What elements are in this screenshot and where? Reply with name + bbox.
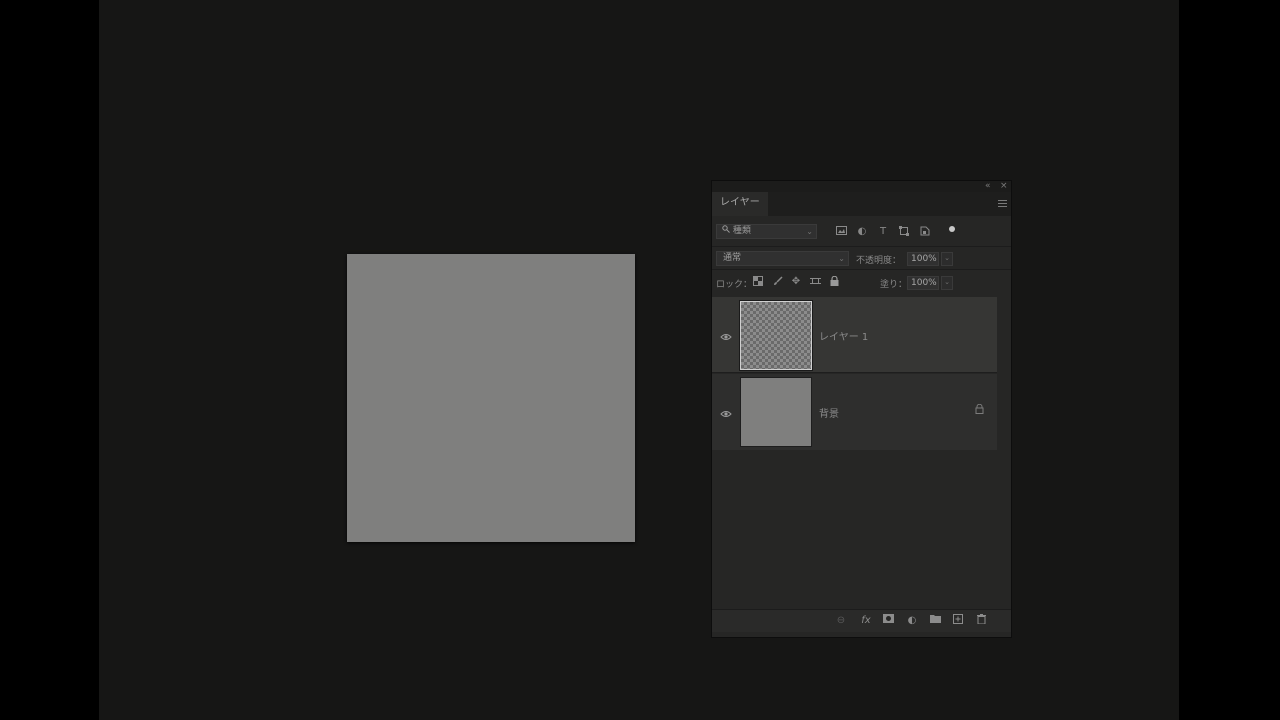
layers-scrollbar[interactable] [998,297,1011,451]
image-filter-icon[interactable] [835,226,847,238]
folder-group-icon[interactable] [928,614,942,628]
lock-position-move-icon[interactable]: ✥ [790,276,802,288]
layer-row[interactable]: レイヤー 1 [712,297,997,373]
smartobject-filter-icon[interactable] [919,226,931,238]
eye-visibility-icon[interactable] [720,328,732,340]
filter-kind-select[interactable]: 種類 ⌄ [716,224,817,239]
opacity-field[interactable]: 100% [907,252,939,266]
chevron-down-icon[interactable]: ⌄ [941,252,953,266]
lock-transparency-icon[interactable] [752,276,764,288]
layer-row[interactable]: 背景 [712,374,997,450]
panel-bottom-toolbar: ⊖ fx ◐ [712,609,1011,632]
link-layers-icon[interactable]: ⊖ [834,614,848,628]
tab-layers[interactable]: レイヤー [712,192,768,216]
panel-tabbar: レイヤー [712,192,1011,216]
fx-layer-style-icon[interactable]: fx [859,614,873,628]
fill-field[interactable]: 100% [907,276,939,290]
opacity-label: 不透明度： [856,256,902,266]
filter-kind-label: 種類 [732,226,751,236]
layer-name[interactable]: レイヤー 1 [819,328,868,343]
blend-mode-value: 通常 [723,253,742,263]
workspace [99,0,1179,720]
lock-row: ロック： ✥ 塗り： 100% ⌄ [712,270,1011,296]
panel-titlebar: « × [712,181,1011,192]
chevron-down-icon[interactable]: ⌄ [941,276,953,290]
chevron-down-icon: ⌄ [838,254,845,263]
layer-thumbnail [740,377,812,447]
adjustment-filter-icon[interactable]: ◐ [856,226,868,238]
panel-menu-icon[interactable] [998,200,1007,209]
fill-label: 塗り： [880,280,908,290]
lock-label: ロック： [716,280,753,290]
close-panel-icon[interactable]: × [1000,181,1008,192]
trash-delete-icon[interactable] [974,614,988,628]
document-canvas[interactable] [347,254,635,542]
layer-name[interactable]: 背景 [819,405,839,420]
lock-artboard-icon[interactable] [809,276,821,288]
new-layer-icon[interactable] [951,614,965,628]
add-mask-icon[interactable] [881,614,895,628]
adjustment-layer-icon[interactable]: ◐ [905,614,919,628]
blend-row: 通常 ⌄ 不透明度： 100% ⌄ [712,246,1011,270]
blend-mode-select[interactable]: 通常 ⌄ [716,251,849,266]
lock-icon[interactable] [975,403,984,417]
search-icon [722,225,733,236]
layers-panel: « × レイヤー 種類 ⌄ ◐ T 通常 ⌄ 不透明度： 100% ⌄ ロック：… [711,180,1012,638]
layer-filter-row: 種類 ⌄ ◐ T [712,220,1011,244]
collapse-panel-icon[interactable]: « [985,181,991,192]
lock-all-icon[interactable] [828,275,840,288]
filter-toggle-icon[interactable] [949,226,955,232]
layer-thumbnail [739,300,813,371]
shape-filter-icon[interactable] [898,226,910,238]
lock-pixels-brush-icon[interactable] [772,276,784,288]
type-filter-icon[interactable]: T [877,226,889,238]
chevron-down-icon: ⌄ [806,227,813,236]
eye-visibility-icon[interactable] [720,405,732,417]
